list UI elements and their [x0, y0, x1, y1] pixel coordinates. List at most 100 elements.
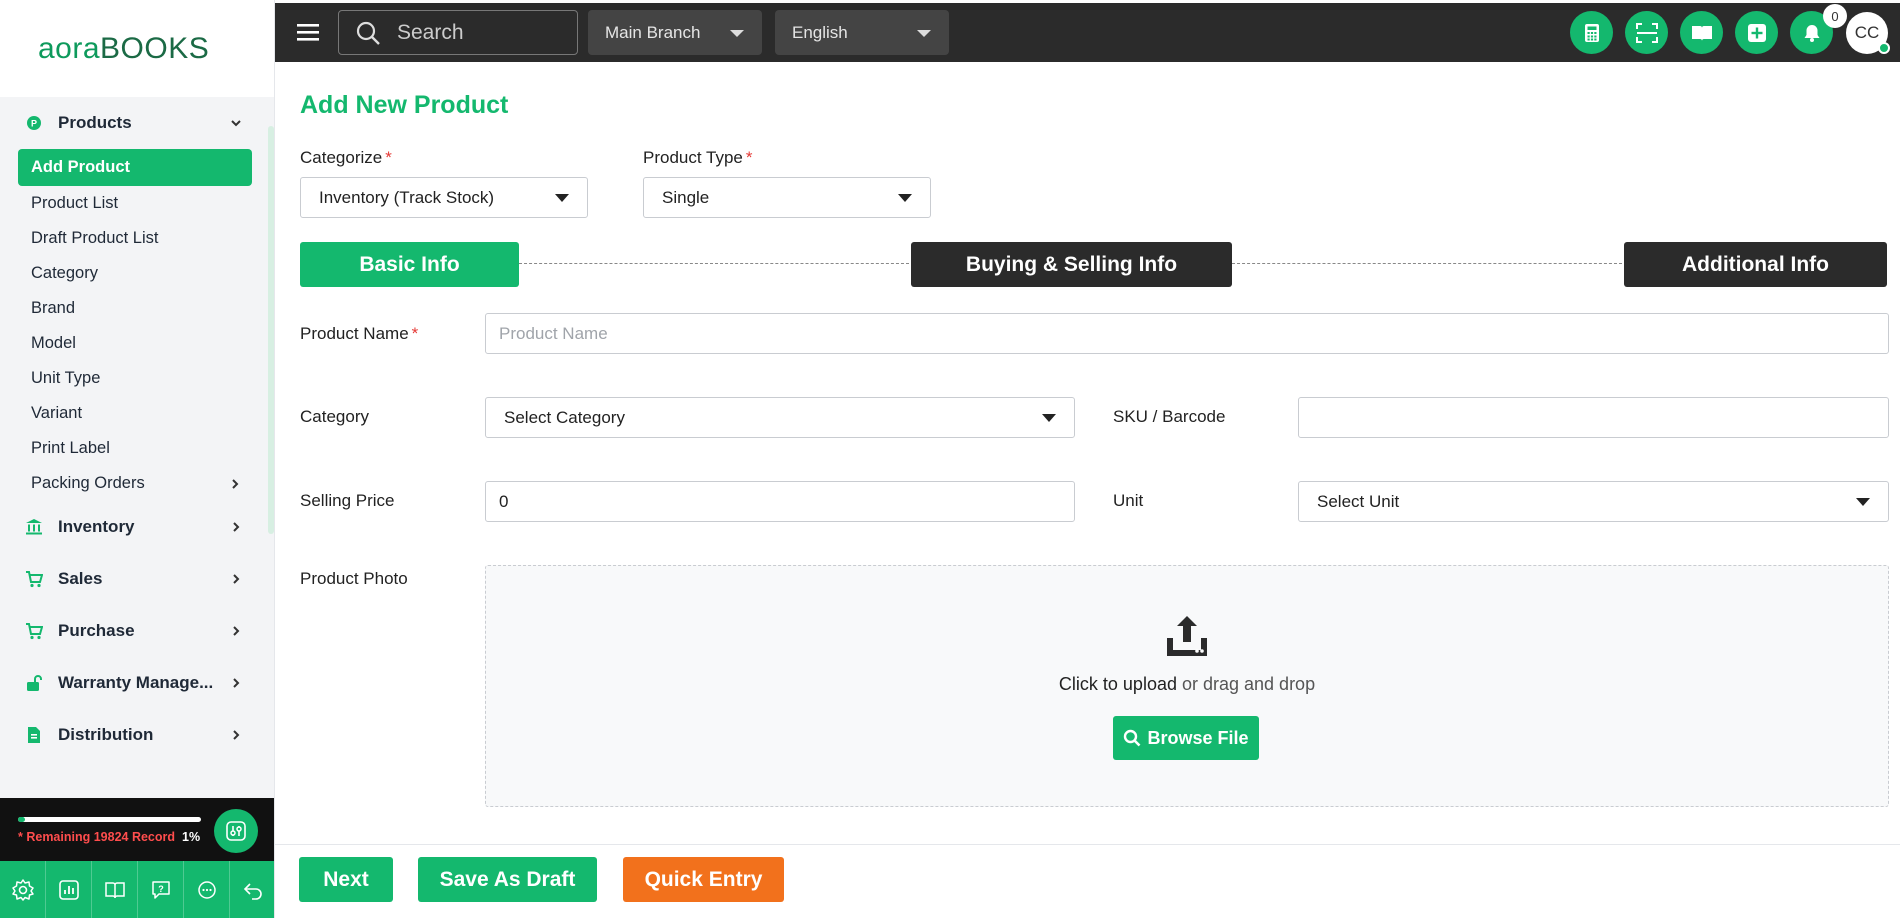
sidebar-item-brand[interactable]: Brand: [18, 291, 252, 326]
sidebar-group-label: Warranty Manage...: [58, 673, 214, 692]
product-type-label: Product Type *: [643, 148, 752, 168]
product-type-select[interactable]: Single: [643, 177, 931, 218]
calculator-button[interactable]: [1570, 11, 1613, 54]
products-submenu: Add Product Product List Draft Product L…: [0, 149, 274, 501]
sidebar-group-warranty[interactable]: Warranty Manage...: [0, 657, 274, 709]
caret-down-icon: [1042, 414, 1056, 422]
reports-button[interactable]: [46, 861, 92, 918]
chevron-right-icon: [228, 477, 242, 491]
selling-price-input[interactable]: [485, 481, 1075, 522]
page-title: Add New Product: [300, 91, 509, 119]
sku-barcode-input[interactable]: [1298, 397, 1889, 438]
search-icon: [1123, 729, 1141, 747]
step-basic-info[interactable]: Basic Info: [300, 242, 519, 287]
sidebar-group-products[interactable]: P Products: [0, 97, 274, 149]
back-button[interactable]: [230, 861, 274, 918]
sidebar-group-purchase[interactable]: Purchase: [0, 605, 274, 657]
category-select-value: Select Category: [504, 407, 625, 427]
product-name-label-text: Product Name: [300, 324, 409, 343]
sidebar-item-packing-orders[interactable]: Packing Orders: [18, 466, 252, 501]
required-mark: *: [411, 324, 419, 343]
chevron-right-icon: [228, 519, 244, 535]
required-mark: *: [385, 148, 392, 167]
sidebar-item-label: Packing Orders: [31, 474, 145, 492]
category-select[interactable]: Select Category: [485, 397, 1075, 438]
sidebar-item-product-list[interactable]: Product List: [18, 186, 252, 221]
bar-chart-icon: [58, 879, 79, 900]
categorize-label: Categorize *: [300, 148, 392, 168]
sidebar: aoraBOOKS P Products Add Product Product…: [0, 0, 275, 918]
next-button[interactable]: Next: [299, 857, 393, 902]
app: aoraBOOKS P Products Add Product Product…: [0, 0, 1900, 918]
branch-select[interactable]: Main Branch: [588, 10, 762, 55]
sidebar-item-variant[interactable]: Variant: [18, 396, 252, 431]
sidebar-item-unit-type[interactable]: Unit Type: [18, 361, 252, 396]
language-select[interactable]: English: [775, 10, 949, 55]
sidebar-item-add-product[interactable]: Add Product: [18, 149, 252, 186]
settings-sliders-button[interactable]: [214, 809, 258, 853]
quick-add-button[interactable]: [1735, 11, 1778, 54]
save-as-draft-button[interactable]: Save As Draft: [418, 857, 597, 902]
guide-button[interactable]: [92, 861, 138, 918]
document-icon: [24, 725, 44, 745]
help-button[interactable]: ?: [138, 861, 184, 918]
user-avatar[interactable]: CC: [1846, 12, 1890, 54]
hamburger-icon: [297, 24, 319, 41]
branch-select-value: Main Branch: [605, 22, 701, 42]
chevron-down-icon: [228, 115, 244, 131]
product-type-select-value: Single: [662, 187, 710, 207]
bank-icon: [24, 517, 44, 537]
logo[interactable]: aoraBOOKS: [0, 0, 274, 97]
cart-icon: [24, 621, 44, 641]
sidebar-group-sales[interactable]: Sales: [0, 553, 274, 605]
category-label: Category: [300, 407, 369, 426]
sidebar-item-category[interactable]: Category: [18, 256, 252, 291]
unit-select-value: Select Unit: [1317, 491, 1400, 511]
photo-dropzone[interactable]: Click to upload or drag and drop Browse …: [485, 565, 1889, 807]
sidebar-group-inventory[interactable]: Inventory: [0, 501, 274, 553]
caret-down-icon: [1856, 498, 1870, 506]
cart-icon: [24, 569, 44, 589]
scan-button[interactable]: [1625, 11, 1668, 54]
upload-link-text[interactable]: Click to upload: [1059, 674, 1177, 694]
quick-entry-button[interactable]: Quick Entry: [623, 857, 784, 902]
bell-icon: [1804, 24, 1819, 42]
sku-label: SKU / Barcode: [1113, 407, 1226, 426]
sidebar-scrollbar[interactable]: [268, 126, 274, 534]
notifications-button[interactable]: 0: [1790, 4, 1847, 54]
menu-toggle-button[interactable]: [297, 22, 319, 42]
product-name-label: Product Name *: [300, 324, 418, 344]
required-mark: *: [745, 148, 753, 167]
chevron-right-icon: [228, 623, 244, 639]
gear-icon: [11, 878, 34, 901]
upload-rest-text: or drag and drop: [1176, 674, 1316, 694]
search-input[interactable]: [397, 20, 567, 45]
step-buying-selling-info[interactable]: Buying & Selling Info: [911, 242, 1232, 287]
step-additional-info[interactable]: Additional Info: [1624, 242, 1887, 287]
unit-select[interactable]: Select Unit: [1298, 481, 1889, 522]
book-icon: [1691, 25, 1712, 41]
sidebar-item-draft-product-list[interactable]: Draft Product List: [18, 221, 252, 256]
sidebar-group-label: Distribution: [58, 725, 154, 744]
settings-button[interactable]: [0, 861, 46, 918]
categorize-select[interactable]: Inventory (Track Stock): [300, 177, 588, 218]
book-button[interactable]: [1680, 11, 1723, 54]
chevron-right-icon: [228, 675, 244, 691]
product-type-label-text: Product Type: [643, 148, 743, 167]
sidebar-group-distribution[interactable]: Distribution: [0, 709, 274, 761]
scan-icon: [1635, 22, 1658, 43]
sliders-icon: [226, 821, 246, 841]
sidebar-group-label: Purchase: [58, 621, 135, 640]
logo-text-part2: BOOKS: [100, 31, 210, 65]
records-remaining-text: * Remaining 19824 Record: [18, 830, 176, 844]
stepper-connector: [519, 263, 909, 264]
product-photo-label: Product Photo: [300, 569, 408, 588]
records-progress-fill: [18, 817, 26, 822]
sidebar-item-print-label[interactable]: Print Label: [18, 431, 252, 466]
browse-file-button[interactable]: Browse File: [1113, 716, 1259, 760]
sidebar-item-model[interactable]: Model: [18, 326, 252, 361]
caret-down-icon: [917, 30, 931, 37]
product-name-input[interactable]: [485, 313, 1889, 354]
chat-button[interactable]: [184, 861, 230, 918]
records-progress-bar: [18, 817, 201, 822]
